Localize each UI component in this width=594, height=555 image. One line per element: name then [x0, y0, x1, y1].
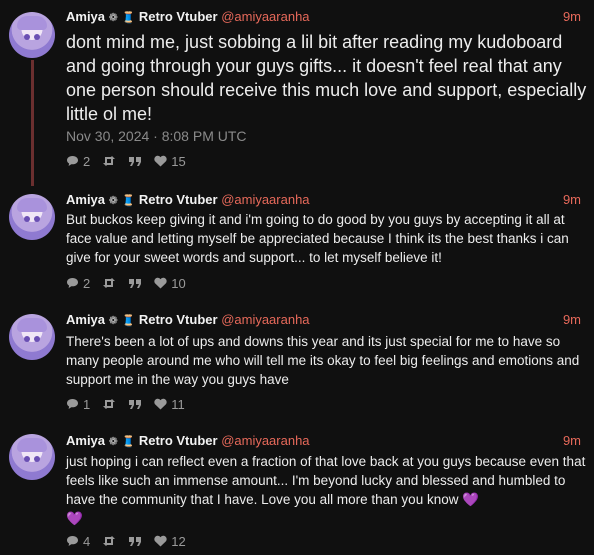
heart-icon: [154, 535, 167, 547]
retweet-icon: [103, 278, 116, 288]
post-actions: 1 11: [66, 395, 197, 413]
quote-button[interactable]: [128, 278, 142, 289]
heart-icon: [154, 277, 167, 289]
retweet-button[interactable]: [102, 155, 116, 167]
like-button[interactable]: 12: [154, 533, 186, 549]
heart-icon: [154, 155, 167, 167]
spool-icon: 🧵: [121, 436, 136, 448]
post-text: But buckos keep giving it and i'm going …: [66, 212, 569, 265]
author-handle[interactable]: @amiyaaranha: [221, 312, 309, 327]
like-count: 12: [171, 533, 186, 549]
quote-icon: [129, 156, 142, 166]
author-handle[interactable]: @amiyaaranha: [221, 433, 309, 448]
author-name[interactable]: Amiya: [66, 433, 105, 448]
reply-icon: [67, 156, 78, 166]
retweet-icon: [103, 399, 116, 409]
gear-flower-icon: ❁: [108, 315, 118, 327]
like-button[interactable]: 11: [154, 397, 185, 412]
reply-count: 2: [83, 153, 91, 169]
like-count: 15: [171, 153, 186, 169]
post-actions: 4 12: [66, 532, 198, 550]
quote-icon: [129, 536, 142, 546]
post-2[interactable]: Amiya ❁ 🧵 Retro Vtuber @amiyaaranha 9m B…: [0, 186, 594, 306]
purple-heart-emoji: 💜: [462, 492, 480, 507]
timestamp[interactable]: 9m: [563, 432, 581, 450]
post-text: dont mind me, just sobbing a lil bit aft…: [66, 32, 587, 124]
post-date[interactable]: Nov 30, 2024 · 8:08 PM UTC: [66, 128, 247, 144]
timestamp[interactable]: 9m: [563, 8, 581, 26]
author-handle[interactable]: @amiyaaranha: [221, 9, 309, 24]
reply-icon: [67, 399, 78, 409]
reply-icon: [67, 278, 78, 288]
author-name[interactable]: Amiya: [66, 192, 105, 207]
quote-button[interactable]: [128, 156, 142, 167]
author-name[interactable]: Amiya: [66, 9, 105, 24]
author-title[interactable]: Retro Vtuber: [139, 312, 218, 327]
like-count: 10: [171, 275, 186, 291]
quote-button[interactable]: [128, 399, 142, 410]
reply-count: 4: [83, 533, 91, 549]
post-actions: 2 10: [66, 274, 198, 292]
heart-icon: [154, 398, 167, 410]
post-actions: 2 15: [66, 152, 198, 170]
reply-count: 2: [83, 275, 91, 291]
spool-icon: 🧵: [121, 315, 136, 327]
retweet-icon: [103, 536, 116, 546]
reply-count: 1: [83, 396, 91, 412]
author-handle[interactable]: @amiyaaranha: [221, 192, 309, 207]
avatar[interactable]: [9, 434, 55, 480]
gear-flower-icon: ❁: [108, 436, 118, 448]
reply-icon: [67, 536, 78, 546]
author-name[interactable]: Amiya: [66, 312, 105, 327]
reply-button[interactable]: 1: [66, 397, 90, 412]
post-3[interactable]: Amiya ❁ 🧵 Retro Vtuber @amiyaaranha 9m T…: [0, 306, 594, 426]
retweet-button[interactable]: [102, 535, 116, 547]
like-button[interactable]: 10: [154, 275, 186, 291]
author-title[interactable]: Retro Vtuber: [139, 433, 218, 448]
post-text-block: just hoping i can reflect even a fractio…: [66, 452, 588, 528]
purple-heart-emoji: 💜: [66, 511, 83, 526]
reply-button[interactable]: 4: [66, 534, 90, 549]
retweet-icon: [103, 156, 116, 166]
retweet-button[interactable]: [102, 277, 116, 289]
post-1[interactable]: Amiya ❁ 🧵 Retro Vtuber @amiyaaranha 9m d…: [0, 0, 594, 186]
like-count: 11: [171, 396, 185, 412]
like-button[interactable]: 15: [154, 153, 186, 169]
gear-flower-icon: ❁: [108, 12, 118, 24]
quote-icon: [129, 399, 142, 409]
post-text: There's been a lot of ups and downs this…: [66, 334, 580, 387]
reply-button[interactable]: 2: [66, 154, 90, 169]
quote-icon: [129, 278, 142, 288]
author-title[interactable]: Retro Vtuber: [139, 192, 218, 207]
avatar[interactable]: [9, 314, 55, 360]
post-text: just hoping i can reflect even a fractio…: [66, 454, 586, 507]
retweet-button[interactable]: [102, 398, 116, 410]
timestamp[interactable]: 9m: [563, 311, 581, 329]
avatar[interactable]: [9, 194, 55, 240]
quote-button[interactable]: [128, 536, 142, 547]
author-title[interactable]: Retro Vtuber: [139, 9, 218, 24]
post-4[interactable]: Amiya ❁ 🧵 Retro Vtuber @amiyaaranha 9m j…: [0, 426, 594, 555]
timestamp[interactable]: 9m: [563, 191, 581, 209]
spool-icon: 🧵: [121, 12, 136, 24]
avatar[interactable]: [9, 12, 55, 58]
spool-icon: 🧵: [121, 195, 136, 207]
reply-button[interactable]: 2: [66, 276, 90, 291]
gear-flower-icon: ❁: [108, 195, 118, 207]
